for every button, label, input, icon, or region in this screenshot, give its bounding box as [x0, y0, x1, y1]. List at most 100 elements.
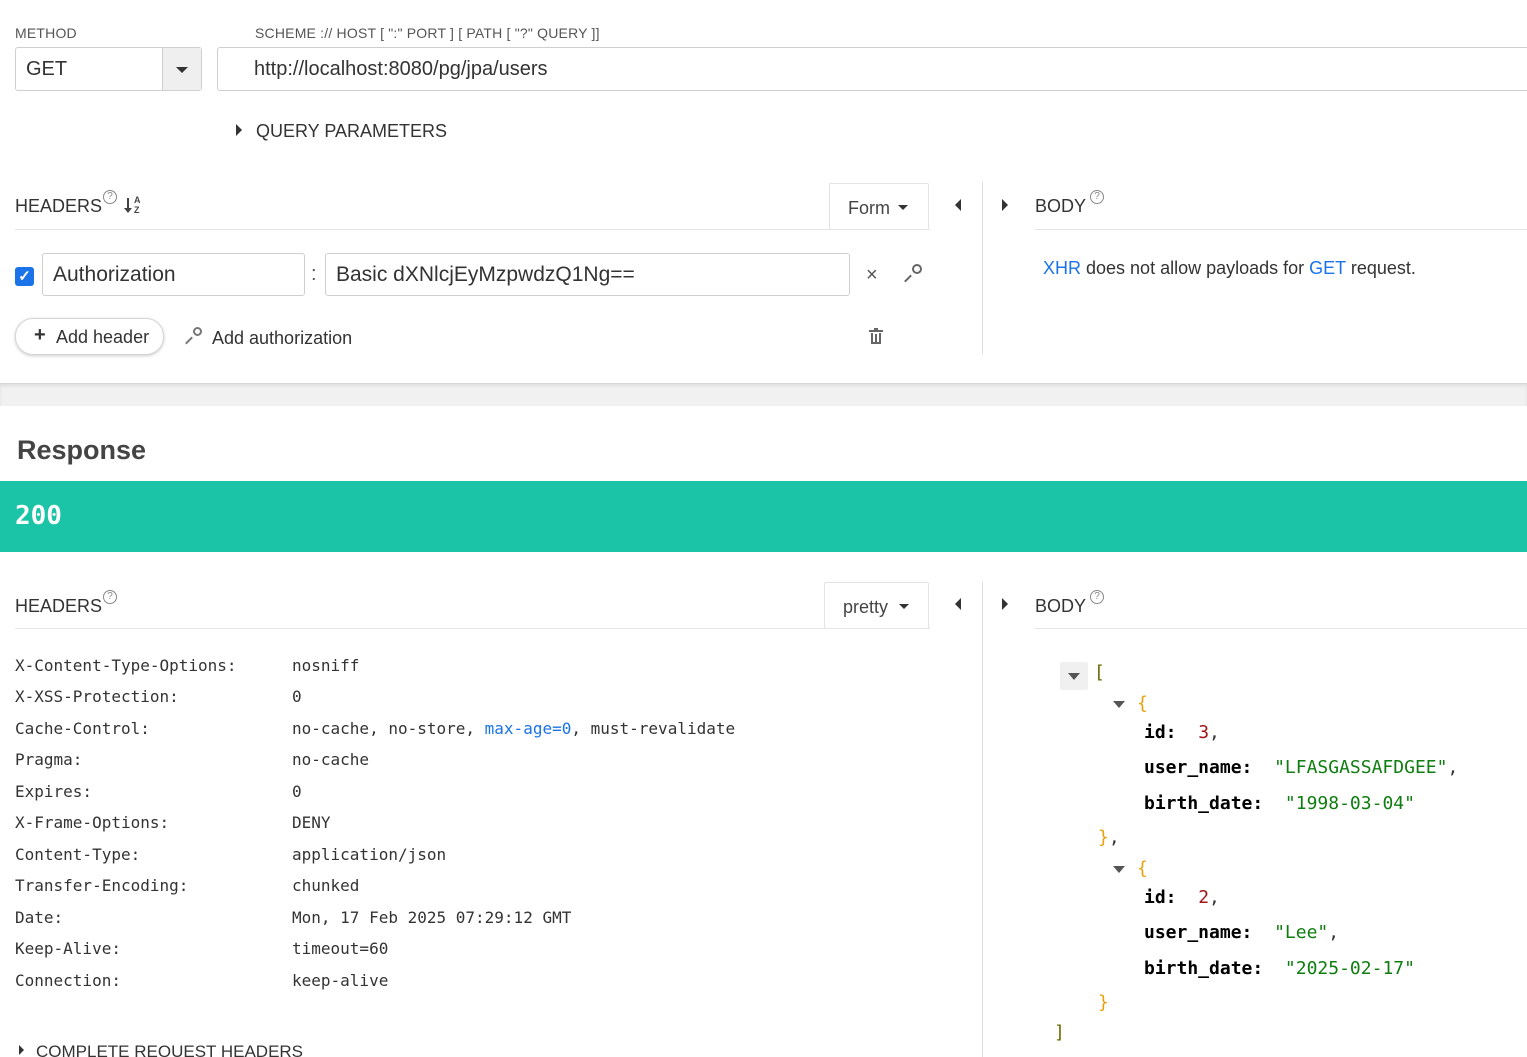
- body-message: XHR does not allow payloads for GET requ…: [1043, 258, 1416, 279]
- json-string: "2025-02-17": [1284, 958, 1415, 979]
- json-string: "Lee": [1274, 922, 1329, 943]
- header-name: X-Content-Type-Options:: [15, 656, 237, 675]
- header-name: Cache-Control:: [15, 719, 150, 738]
- json-field: birth_date: "1998-03-04": [1144, 793, 1415, 814]
- headers-mode-value: Form: [848, 198, 890, 218]
- get-method-link[interactable]: GET: [1309, 258, 1346, 278]
- panel-divider[interactable]: [982, 182, 983, 354]
- header-value-input[interactable]: Basic dXNlcjEyMzpwdzQ1Ng==: [325, 253, 850, 296]
- json-string: "1998-03-04": [1284, 793, 1415, 814]
- body-message-end: request.: [1345, 258, 1416, 278]
- response-body-title: BODY: [1035, 596, 1087, 616]
- remove-header-icon[interactable]: ×: [866, 264, 878, 287]
- response-headers-mode-value: pretty: [843, 597, 889, 617]
- divider: [15, 628, 930, 629]
- header-value-value: Basic dXNlcjEyMzpwdzQ1Ng==: [336, 263, 635, 286]
- trash-icon[interactable]: [869, 328, 883, 345]
- header-enabled-checkbox[interactable]: ✓: [15, 267, 34, 286]
- header-name: X-Frame-Options:: [15, 813, 170, 832]
- status-code: 200: [15, 501, 62, 531]
- header-value: application/json: [292, 845, 447, 864]
- add-authorization-label: Add authorization: [212, 328, 353, 348]
- response-headers-title: HEADERS: [15, 596, 103, 616]
- json-number: 3: [1198, 722, 1210, 743]
- header-value: Mon, 17 Feb 2025 07:29:12 GMT: [292, 908, 572, 927]
- header-name: X-XSS-Protection:: [15, 687, 179, 706]
- header-separator: :: [311, 263, 317, 285]
- header-value: chunked: [292, 876, 360, 895]
- response-header-row: X-Frame-Options: DENY: [15, 813, 955, 845]
- header-name-value: Authorization: [53, 263, 176, 286]
- expand-right-icon[interactable]: [1002, 598, 1008, 610]
- collapse-left-icon[interactable]: [955, 598, 961, 610]
- response-header-row: Keep-Alive: timeout=60: [15, 939, 955, 971]
- response-header-row: Date: Mon, 17 Feb 2025 07:29:12 GMT: [15, 908, 955, 940]
- help-icon[interactable]: ?: [103, 590, 117, 604]
- triangle-down-icon: [1113, 701, 1125, 708]
- url-label: SCHEME :// HOST [ ":" PORT ] [ PATH [ "?…: [255, 25, 600, 41]
- body-message-middle: does not allow payloads for: [1081, 258, 1310, 278]
- panel-divider[interactable]: [982, 582, 983, 1057]
- divider: [1035, 229, 1527, 230]
- request-body-title: BODY: [1035, 196, 1087, 216]
- header-name: Connection:: [15, 971, 121, 990]
- chevron-down-icon: [899, 604, 909, 609]
- divider: [1035, 628, 1527, 629]
- response-header-row: Connection: keep-alive: [15, 971, 955, 1003]
- add-header-label: Add header: [56, 327, 150, 347]
- complete-request-headers-label: COMPLETE REQUEST HEADERS: [36, 1042, 304, 1057]
- add-header-button[interactable]: + Add header: [15, 318, 164, 355]
- json-field: user_name: "LFASGASSAFDGEE",: [1144, 757, 1459, 778]
- status-bar: 200: [0, 481, 1527, 552]
- collapse-object-button[interactable]: [1112, 861, 1128, 877]
- array-close-bracket: ]: [1054, 1022, 1065, 1043]
- request-headers-title: HEADERS: [15, 196, 103, 216]
- json-number: 2: [1198, 887, 1210, 908]
- method-dropdown-button[interactable]: [162, 48, 201, 90]
- url-value: http://localhost:8080/pg/jpa/users: [254, 58, 548, 80]
- url-input[interactable]: http://localhost:8080/pg/jpa/users: [217, 47, 1527, 91]
- response-title: Response: [17, 435, 147, 465]
- plus-icon: +: [34, 324, 46, 346]
- header-value: keep-alive: [292, 971, 389, 990]
- help-icon[interactable]: ?: [1090, 590, 1104, 604]
- query-parameters-label: QUERY PARAMETERS: [256, 121, 448, 141]
- collapse-object-button[interactable]: [1112, 696, 1128, 712]
- caret-right-icon: [236, 124, 242, 136]
- collapse-left-icon[interactable]: [955, 199, 961, 211]
- header-value: 0: [292, 782, 302, 801]
- chevron-down-icon: [898, 205, 908, 210]
- method-select[interactable]: GET: [15, 47, 202, 91]
- header-value: nosniff: [292, 656, 360, 675]
- xhr-link[interactable]: XHR: [1043, 258, 1081, 278]
- triangle-down-icon: [1068, 673, 1080, 680]
- header-name: Date:: [15, 908, 64, 927]
- chevron-down-icon: [176, 67, 188, 73]
- help-icon[interactable]: ?: [103, 190, 117, 204]
- header-value: 0: [292, 687, 302, 706]
- json-string: "LFASGASSAFDGEE": [1274, 757, 1448, 778]
- header-value: no-cache: [292, 750, 370, 769]
- header-value-link[interactable]: max-age=0: [485, 719, 572, 738]
- sort-icon[interactable]: A Z: [124, 195, 144, 217]
- help-icon[interactable]: ?: [1090, 190, 1104, 204]
- response-header-row: Cache-Control: no-cache, no-store, max-a…: [15, 719, 955, 751]
- header-value: timeout=60: [292, 939, 389, 958]
- response-header-row: X-Content-Type-Options: nosniff: [15, 656, 955, 688]
- json-field: id: 3,: [1144, 722, 1220, 743]
- triangle-down-icon: [1113, 866, 1125, 873]
- header-name: Keep-Alive:: [15, 939, 121, 958]
- caret-right-icon: [19, 1045, 24, 1055]
- json-field: id: 2,: [1144, 887, 1220, 908]
- response-headers-mode-dropdown[interactable]: pretty: [824, 582, 929, 629]
- headers-mode-dropdown[interactable]: Form: [829, 183, 929, 230]
- response-header-row: Transfer-Encoding: chunked: [15, 876, 955, 908]
- section-separator: [0, 383, 1527, 406]
- header-name-input[interactable]: Authorization: [42, 253, 305, 296]
- key-icon[interactable]: [904, 264, 923, 284]
- expand-right-icon[interactable]: [1002, 199, 1008, 211]
- collapse-array-button[interactable]: [1060, 662, 1088, 690]
- response-header-row: X-XSS-Protection: 0: [15, 687, 955, 719]
- object-open-brace: {: [1137, 858, 1148, 879]
- json-field: birth_date: "2025-02-17": [1144, 958, 1415, 979]
